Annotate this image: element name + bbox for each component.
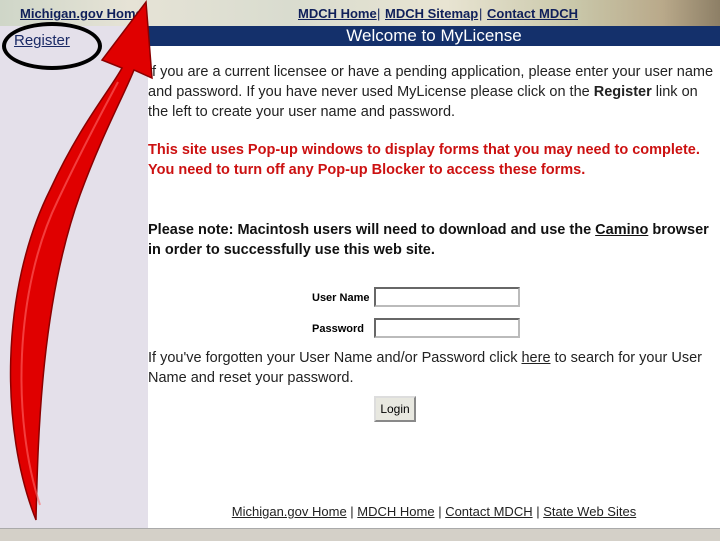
- footer-contact-mdch-link[interactable]: Contact MDCH: [445, 504, 532, 519]
- mac-notice-text: Please note: Macintosh users will need t…: [148, 222, 596, 238]
- footer-separator: |: [346, 504, 358, 519]
- macintosh-notice: Please note: Macintosh users will need t…: [148, 220, 720, 260]
- footer-state-web-sites-link[interactable]: State Web Sites: [543, 504, 636, 519]
- mdch-home-link[interactable]: MDCH Home: [298, 6, 377, 21]
- footer-michigan-home-link[interactable]: Michigan.gov Home: [232, 504, 347, 519]
- username-label: User Name: [312, 292, 370, 304]
- top-navigation-bar: Michigan.gov Home MDCH Home | MDCH Sitem…: [0, 0, 720, 26]
- login-button[interactable]: Login: [374, 396, 416, 422]
- browser-status-bar: [0, 528, 720, 541]
- camino-link[interactable]: Camino: [595, 222, 648, 238]
- intro-paragraph: If you are a current licensee or have a …: [148, 62, 720, 122]
- register-highlight-ellipse: [2, 22, 102, 70]
- footer-separator: |: [434, 504, 446, 519]
- footer-links: Michigan.gov Home | MDCH Home | Contact …: [148, 504, 720, 519]
- username-field[interactable]: [374, 287, 520, 307]
- popup-notice: This site uses Pop-up windows to display…: [148, 142, 700, 178]
- mdch-sitemap-link[interactable]: MDCH Sitemap: [385, 6, 478, 21]
- michigan-gov-home-link[interactable]: Michigan.gov Home: [20, 6, 143, 21]
- footer-mdch-home-link[interactable]: MDCH Home: [357, 504, 434, 519]
- password-label: Password: [312, 323, 364, 335]
- nav-separator: |: [377, 6, 381, 21]
- intro-register-word: Register: [593, 84, 652, 100]
- forgot-password-paragraph: If you've forgotten your User Name and/o…: [148, 348, 720, 388]
- forgot-text: If you've forgotten your User Name and/o…: [148, 350, 522, 366]
- footer-separator: |: [532, 504, 544, 519]
- page-title-banner: Welcome to MyLicense: [148, 26, 720, 46]
- contact-mdch-link[interactable]: Contact MDCH: [487, 6, 578, 21]
- forgot-here-link[interactable]: here: [521, 350, 550, 366]
- password-field[interactable]: [374, 318, 520, 338]
- nav-separator: |: [479, 6, 483, 21]
- left-sidebar: [0, 26, 148, 528]
